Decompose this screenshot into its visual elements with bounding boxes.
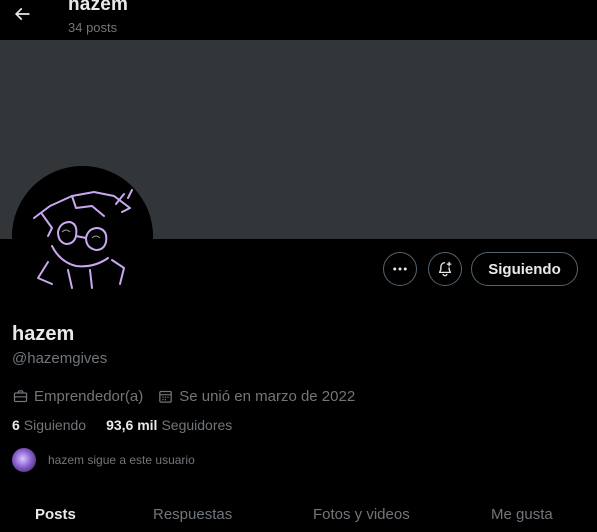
header-title: hazem: [68, 0, 129, 15]
following-button[interactable]: Siguiendo: [471, 252, 578, 286]
briefcase-icon: [13, 389, 28, 402]
follow-stats: 6 Siguiendo 93,6 mil Seguidores: [12, 417, 252, 433]
followers-stat[interactable]: 93,6 mil Seguidores: [106, 417, 232, 433]
arrow-left-icon: [14, 7, 30, 21]
profile-page: hazem 34 posts Siguiendo hazem @hazemgiv…: [0, 0, 597, 532]
following-label: Siguiendo: [23, 417, 87, 433]
tab-replies[interactable]: Respuestas: [153, 506, 232, 523]
tab-likes[interactable]: Me gusta: [491, 506, 553, 523]
followers-count: 93,6 mil: [106, 417, 158, 433]
following-stat[interactable]: 6 Siguiendo: [12, 417, 86, 433]
tab-posts[interactable]: Posts: [35, 506, 76, 523]
joined-text: Se unió en marzo de 2022: [179, 387, 356, 405]
calendar-icon: [159, 390, 173, 403]
follower-mini-avatar: [12, 448, 36, 472]
joined-item: Se unió en marzo de 2022: [157, 388, 355, 405]
profile-avatar[interactable]: [12, 166, 153, 307]
more-button[interactable]: [383, 252, 417, 286]
back-button[interactable]: [8, 0, 36, 28]
following-count: 6: [12, 417, 20, 433]
profile-display-name: hazem: [12, 323, 75, 345]
tab-media[interactable]: Fotos y videos: [313, 506, 410, 523]
profile-handle: @hazemgives: [12, 350, 108, 367]
notifications-button[interactable]: [428, 252, 462, 286]
occupation-text: Emprendedor(a): [34, 387, 144, 405]
bell-plus-icon: [438, 261, 452, 277]
more-icon: [393, 267, 407, 271]
top-bar: hazem 34 posts: [0, 0, 597, 40]
profile-tabs: Posts Respuestas Fotos y videos Me gusta: [0, 496, 597, 532]
header-post-count: 34 posts: [68, 20, 118, 35]
followed-by-text: hazem sigue a este usuario: [48, 453, 195, 467]
profile-meta: Emprendedor(a) Se unió en marzo de 2022: [12, 386, 369, 406]
followed-by-row[interactable]: hazem sigue a este usuario: [12, 448, 195, 472]
avatar-drawing: [12, 166, 153, 307]
followers-label: Seguidores: [161, 417, 233, 433]
occupation-item: Emprendedor(a): [12, 388, 143, 405]
